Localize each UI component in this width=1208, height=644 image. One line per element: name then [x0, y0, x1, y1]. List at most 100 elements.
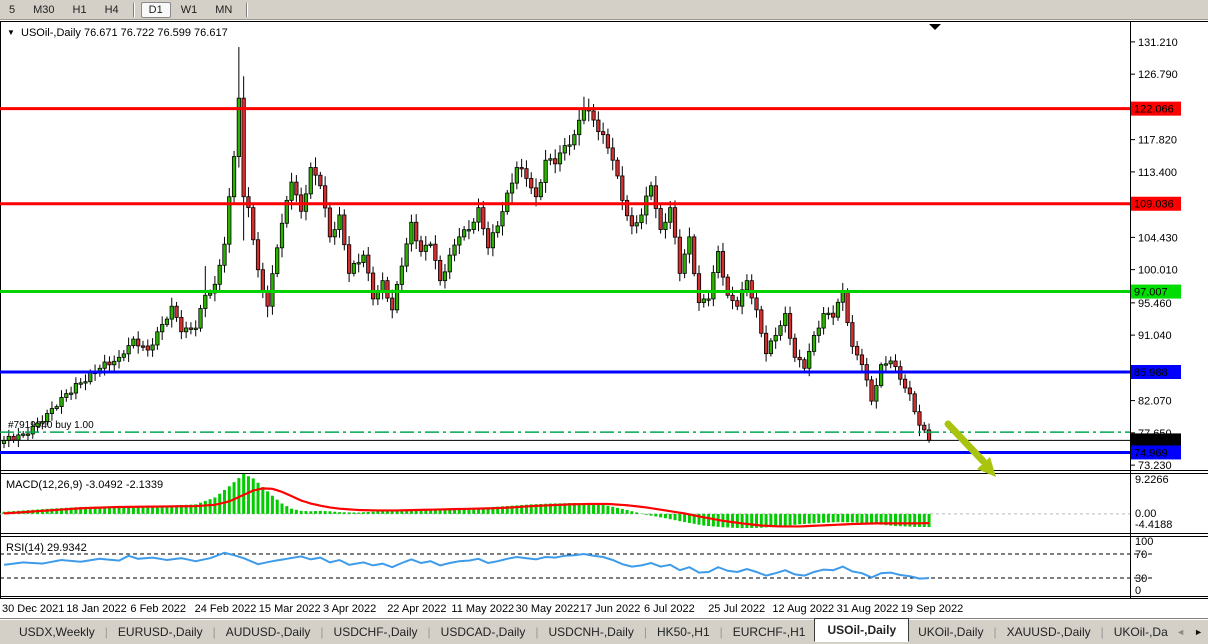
candle — [625, 195, 628, 221]
chart-shift-marker-icon[interactable] — [929, 24, 941, 30]
candle — [501, 202, 504, 236]
candle-body — [894, 361, 897, 367]
candle — [309, 162, 312, 199]
timeframe-button-d1[interactable]: D1 — [141, 2, 171, 18]
candle-body — [84, 382, 87, 383]
candle — [419, 236, 422, 257]
candle — [793, 334, 796, 362]
candle-body — [539, 183, 542, 197]
candle-body — [141, 346, 144, 347]
tab-scroll-arrows: ◄ ► — [1176, 619, 1205, 644]
candle-body — [721, 251, 724, 277]
candle-body — [678, 237, 681, 273]
candle — [122, 350, 125, 361]
candle — [635, 215, 638, 233]
candle — [434, 235, 437, 269]
candle-body — [822, 314, 825, 329]
date-axis-label: 24 Feb 2022 — [195, 603, 257, 615]
candle — [831, 305, 834, 325]
candle-body — [333, 230, 336, 237]
axis-tick-label: 131.210 — [1138, 37, 1178, 49]
candle — [242, 76, 245, 240]
candle-body — [462, 230, 465, 237]
candle-body — [17, 435, 20, 440]
candle-body — [577, 120, 580, 134]
candle-body — [26, 434, 29, 435]
candle-body — [443, 272, 446, 281]
candle-body — [913, 394, 916, 412]
candle-body — [731, 295, 734, 300]
tab-separator: | — [644, 625, 647, 639]
candle — [462, 226, 465, 241]
candle — [117, 350, 120, 368]
candle — [113, 355, 116, 370]
tab-scroll-right-icon[interactable]: ► — [1194, 627, 1203, 637]
candle — [271, 265, 274, 315]
tab-scroll-left-icon[interactable]: ◄ — [1176, 627, 1185, 637]
axis-tick-label: 95.460 — [1138, 298, 1172, 310]
candle — [180, 310, 183, 339]
chart-tab-eurchf-h1[interactable]: EURCHF-,H1 — [724, 622, 815, 642]
candle — [21, 431, 24, 438]
candle — [688, 228, 691, 264]
candle-body — [808, 351, 811, 368]
chart-tab-ukoil-da[interactable]: UKOil-,Da — [1105, 622, 1177, 642]
chart-tab-hk50-h1[interactable]: HK50-,H1 — [648, 622, 719, 642]
candle — [74, 377, 77, 399]
candle — [659, 205, 662, 234]
candle — [731, 287, 734, 310]
candle — [841, 283, 844, 311]
candle — [692, 234, 695, 276]
candle — [654, 176, 657, 218]
timeframe-button-h1[interactable]: H1 — [65, 2, 95, 18]
candle-body — [352, 263, 355, 273]
chart-dropdown-icon[interactable]: ▼ — [7, 28, 15, 37]
candle — [726, 274, 729, 298]
axis-badge-label: 97.007 — [1134, 287, 1168, 299]
candle — [870, 376, 873, 405]
candle-body — [568, 145, 571, 146]
candle — [683, 249, 686, 278]
chart-tab-xauusd-daily[interactable]: XAUUSD-,Daily — [998, 622, 1100, 642]
candle-body — [108, 362, 111, 365]
candle — [472, 218, 475, 234]
candle-body — [692, 237, 695, 274]
candle-body — [60, 397, 63, 406]
candle-body — [232, 157, 235, 197]
chart-tab-eurusd-daily[interactable]: EURUSD-,Daily — [109, 622, 212, 642]
candle — [784, 307, 787, 333]
candle-body — [525, 169, 528, 179]
candle-body — [199, 308, 202, 328]
candle-body — [458, 237, 461, 245]
axis-badge-label: 122.066 — [1134, 104, 1174, 116]
candle-body — [760, 310, 763, 333]
candle-body — [683, 254, 686, 273]
candle — [525, 160, 528, 187]
candle-body — [208, 293, 211, 295]
candle — [491, 224, 494, 256]
chart-tab-audusd-daily[interactable]: AUDUSD-,Daily — [217, 622, 320, 642]
candle-body — [453, 245, 456, 255]
timeframe-button-mn[interactable]: MN — [207, 2, 240, 18]
date-axis-label: 30 Dec 2021 — [2, 603, 64, 615]
timeframe-button-m30[interactable]: M30 — [25, 2, 62, 18]
chart-tab-usoil-daily[interactable]: USOil-,Daily — [814, 618, 909, 642]
timeframe-button-5[interactable]: 5 — [1, 2, 23, 18]
macd-label: MACD(12,26,9) -3.0492 -2.1339 — [6, 479, 163, 491]
candle-body — [563, 146, 566, 153]
candle — [544, 150, 547, 193]
candle-body — [319, 175, 322, 186]
chart-tab-ukoil-daily[interactable]: UKOil-,Daily — [909, 622, 992, 642]
timeframe-button-h4[interactable]: H4 — [97, 2, 127, 18]
chart-tab-usdcad-daily[interactable]: USDCAD-,Daily — [432, 622, 535, 642]
candle-body — [89, 372, 92, 381]
candle-body — [798, 357, 801, 359]
rsi-label: RSI(14) 29.9342 — [6, 542, 87, 554]
candle-body — [194, 328, 197, 329]
candle-body — [755, 298, 758, 310]
chart-tab-usdx-weekly[interactable]: USDX,Weekly — [10, 622, 104, 642]
candle-body — [544, 160, 547, 182]
timeframe-button-w1[interactable]: W1 — [173, 2, 206, 18]
chart-tab-usdchf-daily[interactable]: USDCHF-,Daily — [325, 622, 427, 642]
chart-tab-usdcnh-daily[interactable]: USDCNH-,Daily — [539, 622, 642, 642]
